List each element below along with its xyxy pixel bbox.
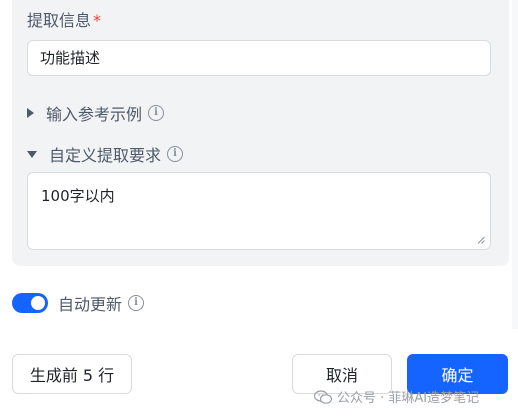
extract-info-input[interactable]: 功能描述: [27, 40, 491, 76]
required-mark: *: [93, 11, 102, 30]
info-icon[interactable]: i: [167, 146, 184, 162]
custom-section-label: 自定义提取要求: [49, 146, 162, 165]
custom-requirement-textarea[interactable]: 100字以内: [27, 172, 491, 250]
watermark-text: 公众号 · 菲琳AI造梦笔记: [337, 391, 480, 406]
auto-update-label: 自动更新: [58, 295, 123, 314]
example-section-toggle[interactable]: 输入参考示例 i: [27, 101, 165, 125]
example-section-label: 输入参考示例: [46, 105, 143, 124]
scrollbar[interactable]: [512, 0, 518, 329]
caret-down-icon: [27, 150, 37, 158]
toggle-knob: [31, 296, 45, 310]
caret-right-icon: [27, 108, 34, 118]
info-icon[interactable]: i: [128, 295, 145, 311]
wechat-icon: [314, 389, 332, 404]
extract-info-label: 提取信息 *: [27, 7, 101, 31]
resize-handle-icon[interactable]: [477, 236, 485, 244]
custom-section-toggle[interactable]: 自定义提取要求 i: [27, 142, 184, 166]
watermark: 公众号 · 菲琳AI造梦笔记: [314, 387, 479, 406]
auto-update-toggle[interactable]: [12, 293, 48, 313]
divider: [0, 329, 518, 330]
preview-button[interactable]: 生成前 5 行: [12, 354, 132, 394]
extract-info-label-text: 提取信息: [27, 11, 92, 30]
custom-requirement-value: 100字以内: [41, 187, 115, 205]
info-icon[interactable]: i: [148, 105, 165, 121]
auto-update-row: 自动更新 i: [12, 291, 145, 315]
